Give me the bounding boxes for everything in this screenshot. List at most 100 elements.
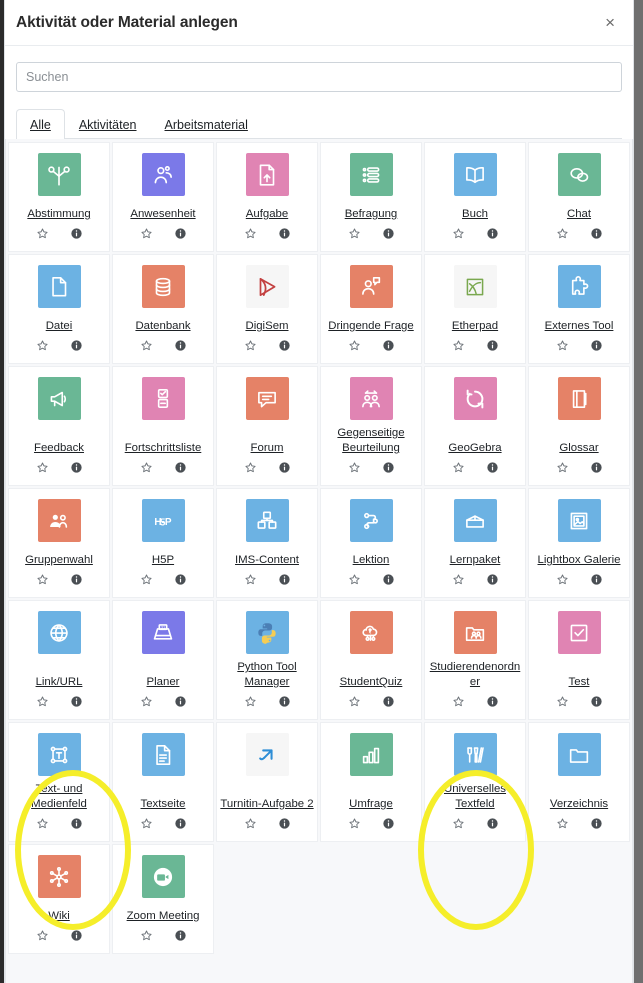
activity-label[interactable]: Planer — [147, 669, 180, 690]
quiz-icon[interactable] — [557, 611, 601, 654]
star-icon[interactable] — [140, 817, 153, 835]
activity-label[interactable]: Etherpad — [452, 313, 498, 334]
activity-label[interactable]: Verzeichnis — [550, 791, 608, 812]
text-media-icon[interactable] — [37, 733, 81, 776]
activity-card[interactable]: Externes Tool — [528, 254, 630, 364]
info-icon[interactable] — [278, 817, 291, 835]
activity-card[interactable]: Buch — [424, 142, 526, 252]
activity-label[interactable]: Glossar — [559, 435, 598, 456]
info-icon[interactable] — [278, 695, 291, 713]
star-icon[interactable] — [36, 929, 49, 947]
activity-label[interactable]: Feedback — [34, 435, 84, 456]
assignment-icon[interactable] — [245, 153, 289, 196]
star-icon[interactable] — [452, 695, 465, 713]
star-icon[interactable] — [452, 461, 465, 479]
activity-card[interactable]: Chat — [528, 142, 630, 252]
activity-label[interactable]: H5P — [152, 547, 174, 568]
group-choice-icon[interactable] — [37, 499, 81, 542]
star-icon[interactable] — [348, 461, 361, 479]
activity-card[interactable]: Verzeichnis — [528, 722, 630, 842]
geogebra-icon[interactable] — [453, 377, 497, 420]
search-input[interactable] — [16, 62, 622, 92]
star-icon[interactable] — [244, 817, 257, 835]
star-icon[interactable] — [452, 339, 465, 357]
activity-label[interactable]: Lightbox Galerie — [538, 547, 621, 568]
activity-card[interactable]: Aufgabe — [216, 142, 318, 252]
activity-card[interactable]: Feedback — [8, 366, 110, 486]
info-icon[interactable] — [382, 695, 395, 713]
info-icon[interactable] — [70, 817, 83, 835]
info-icon[interactable] — [70, 695, 83, 713]
activity-card[interactable]: Turnitin-Aufgabe 2 — [216, 722, 318, 842]
info-icon[interactable] — [486, 461, 499, 479]
zoom-icon[interactable] — [141, 855, 185, 898]
info-icon[interactable] — [174, 339, 187, 357]
info-icon[interactable] — [70, 929, 83, 947]
etherpad-icon[interactable] — [453, 265, 497, 308]
urgent-question-icon[interactable] — [349, 265, 393, 308]
page-right-scrollbar[interactable] — [634, 0, 643, 983]
info-icon[interactable] — [174, 573, 187, 591]
glossary-icon[interactable] — [557, 377, 601, 420]
info-icon[interactable] — [382, 573, 395, 591]
activity-card[interactable]: Abstimmung — [8, 142, 110, 252]
star-icon[interactable] — [244, 339, 257, 357]
activity-label[interactable]: Befragung — [345, 201, 398, 222]
book-icon[interactable] — [453, 153, 497, 196]
info-icon[interactable] — [174, 929, 187, 947]
info-icon[interactable] — [590, 461, 603, 479]
activity-label[interactable]: Forum — [251, 435, 284, 456]
info-icon[interactable] — [70, 227, 83, 245]
activity-label[interactable]: Anwesenheit — [130, 201, 195, 222]
activity-label[interactable]: Lektion — [353, 547, 390, 568]
workshop-icon[interactable] — [349, 377, 393, 420]
activity-card[interactable]: Datei — [8, 254, 110, 364]
activity-label[interactable]: Buch — [462, 201, 488, 222]
activity-label[interactable]: Zoom Meeting — [127, 903, 200, 924]
activity-card[interactable]: Textseite — [112, 722, 214, 842]
activity-label[interactable]: Studierendenordner — [428, 654, 522, 690]
info-icon[interactable] — [278, 461, 291, 479]
studentquiz-icon[interactable] — [349, 611, 393, 654]
activity-card[interactable]: Lernpaket — [424, 488, 526, 598]
activity-label[interactable]: Lernpaket — [450, 547, 501, 568]
star-icon[interactable] — [36, 461, 49, 479]
chat-icon[interactable] — [557, 153, 601, 196]
scorm-icon[interactable] — [453, 499, 497, 542]
info-icon[interactable] — [382, 817, 395, 835]
activity-label[interactable]: Abstimmung — [27, 201, 90, 222]
activity-card[interactable]: Dringende Frage — [320, 254, 422, 364]
activity-label[interactable]: Aufgabe — [246, 201, 288, 222]
tab-aktivit-ten[interactable]: Aktivitäten — [65, 109, 151, 139]
activity-label[interactable]: GeoGebra — [448, 435, 501, 456]
activity-card[interactable]: Befragung — [320, 142, 422, 252]
activity-card[interactable]: StudentQuiz — [320, 600, 422, 720]
star-icon[interactable] — [556, 817, 569, 835]
activity-card[interactable]: Universelles Textfeld — [424, 722, 526, 842]
star-icon[interactable] — [348, 339, 361, 357]
info-icon[interactable] — [382, 461, 395, 479]
feedback-icon[interactable] — [349, 733, 393, 776]
survey-icon[interactable] — [349, 153, 393, 196]
universal-text-icon[interactable] — [453, 733, 497, 776]
activity-label[interactable]: Text- und Medienfeld — [12, 776, 106, 812]
close-icon[interactable]: × — [601, 12, 619, 33]
star-icon[interactable] — [244, 461, 257, 479]
star-icon[interactable] — [140, 339, 153, 357]
activity-card[interactable]: Fortschrittsliste — [112, 366, 214, 486]
info-icon[interactable] — [486, 339, 499, 357]
star-icon[interactable] — [452, 227, 465, 245]
activity-label[interactable]: Turnitin-Aufgabe 2 — [220, 791, 313, 812]
info-icon[interactable] — [278, 339, 291, 357]
info-icon[interactable] — [174, 461, 187, 479]
python-icon[interactable] — [245, 611, 289, 654]
star-icon[interactable] — [36, 817, 49, 835]
activity-label[interactable]: Wiki — [48, 903, 70, 924]
star-icon[interactable] — [556, 339, 569, 357]
tab-arbeitsmaterial[interactable]: Arbeitsmaterial — [151, 109, 262, 139]
activity-label[interactable]: Python Tool Manager — [220, 654, 314, 690]
puzzle-icon[interactable] — [557, 265, 601, 308]
star-icon[interactable] — [348, 573, 361, 591]
globe-icon[interactable] — [37, 611, 81, 654]
activity-label[interactable]: Gruppenwahl — [25, 547, 93, 568]
